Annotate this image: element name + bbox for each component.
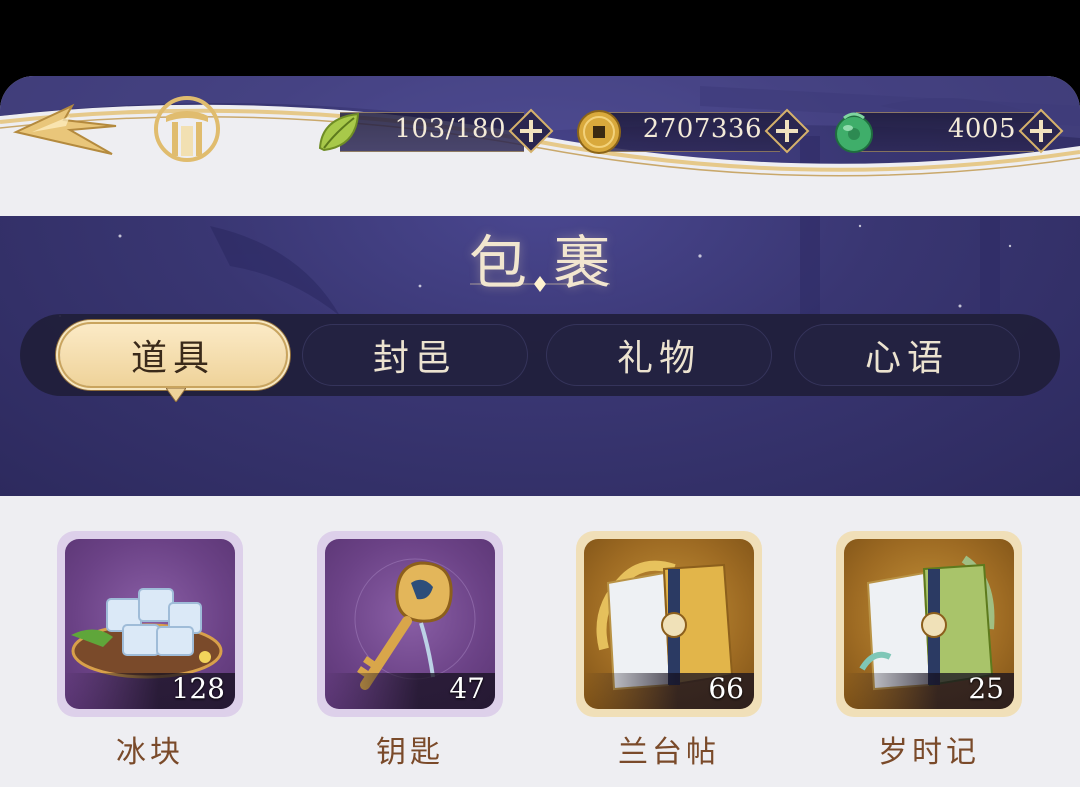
item-count: 128	[171, 672, 225, 705]
item-name: 兰台帖	[618, 735, 720, 770]
resource-jade: 4005	[830, 106, 1064, 154]
tab-fief[interactable]: 封邑	[302, 324, 528, 386]
add-coins-button[interactable]	[764, 108, 810, 154]
item-name: 岁时记	[878, 735, 980, 770]
category-tab-bar: 道具 封邑 礼物 心语	[20, 314, 1060, 396]
item-name: 钥匙	[376, 735, 444, 770]
inventory-panel: 103/180 2707336 4005 包裹 道具 封邑 礼物 心语 128 …	[0, 76, 1080, 787]
item-card-inner: 47	[325, 539, 495, 709]
add-stamina-button[interactable]	[508, 108, 554, 154]
item-card-inner: 128	[65, 539, 235, 709]
resource-stamina: 103/180	[314, 106, 554, 154]
tab-gifts[interactable]: 礼物	[546, 324, 772, 386]
item-card-inner: 66	[584, 539, 754, 709]
page-title: 包裹	[468, 229, 637, 297]
resource-coins: 2707336	[574, 106, 810, 154]
item-count: 47	[449, 672, 485, 705]
resource-value: 2707336	[642, 114, 762, 144]
leaf-icon	[318, 112, 360, 152]
item-card-lantai-invitation[interactable]: 66	[576, 531, 762, 717]
active-tab-pointer	[166, 388, 186, 402]
item-card-inner: 25	[844, 539, 1014, 709]
item-count: 66	[708, 672, 744, 705]
coin-icon	[577, 110, 621, 154]
tab-items[interactable]: 道具	[60, 324, 286, 386]
item-card-key[interactable]: 47	[317, 531, 503, 717]
resource-value: 4005	[947, 114, 1016, 144]
item-card-almanac[interactable]: 25	[836, 531, 1022, 717]
tab-whispers[interactable]: 心语	[794, 324, 1020, 386]
add-jade-button[interactable]	[1018, 108, 1064, 154]
item-card-ice[interactable]: 128	[57, 531, 243, 717]
screen: 103/180 2707336 4005 包裹 道具 封邑 礼物 心语 128 …	[0, 0, 1080, 787]
jade-icon	[835, 112, 873, 153]
back-arrow-icon[interactable]	[12, 96, 122, 166]
home-gate-icon[interactable]	[152, 92, 222, 166]
resource-value: 103/180	[394, 114, 506, 144]
item-name: 冰块	[116, 735, 184, 770]
item-count: 25	[968, 672, 1004, 705]
